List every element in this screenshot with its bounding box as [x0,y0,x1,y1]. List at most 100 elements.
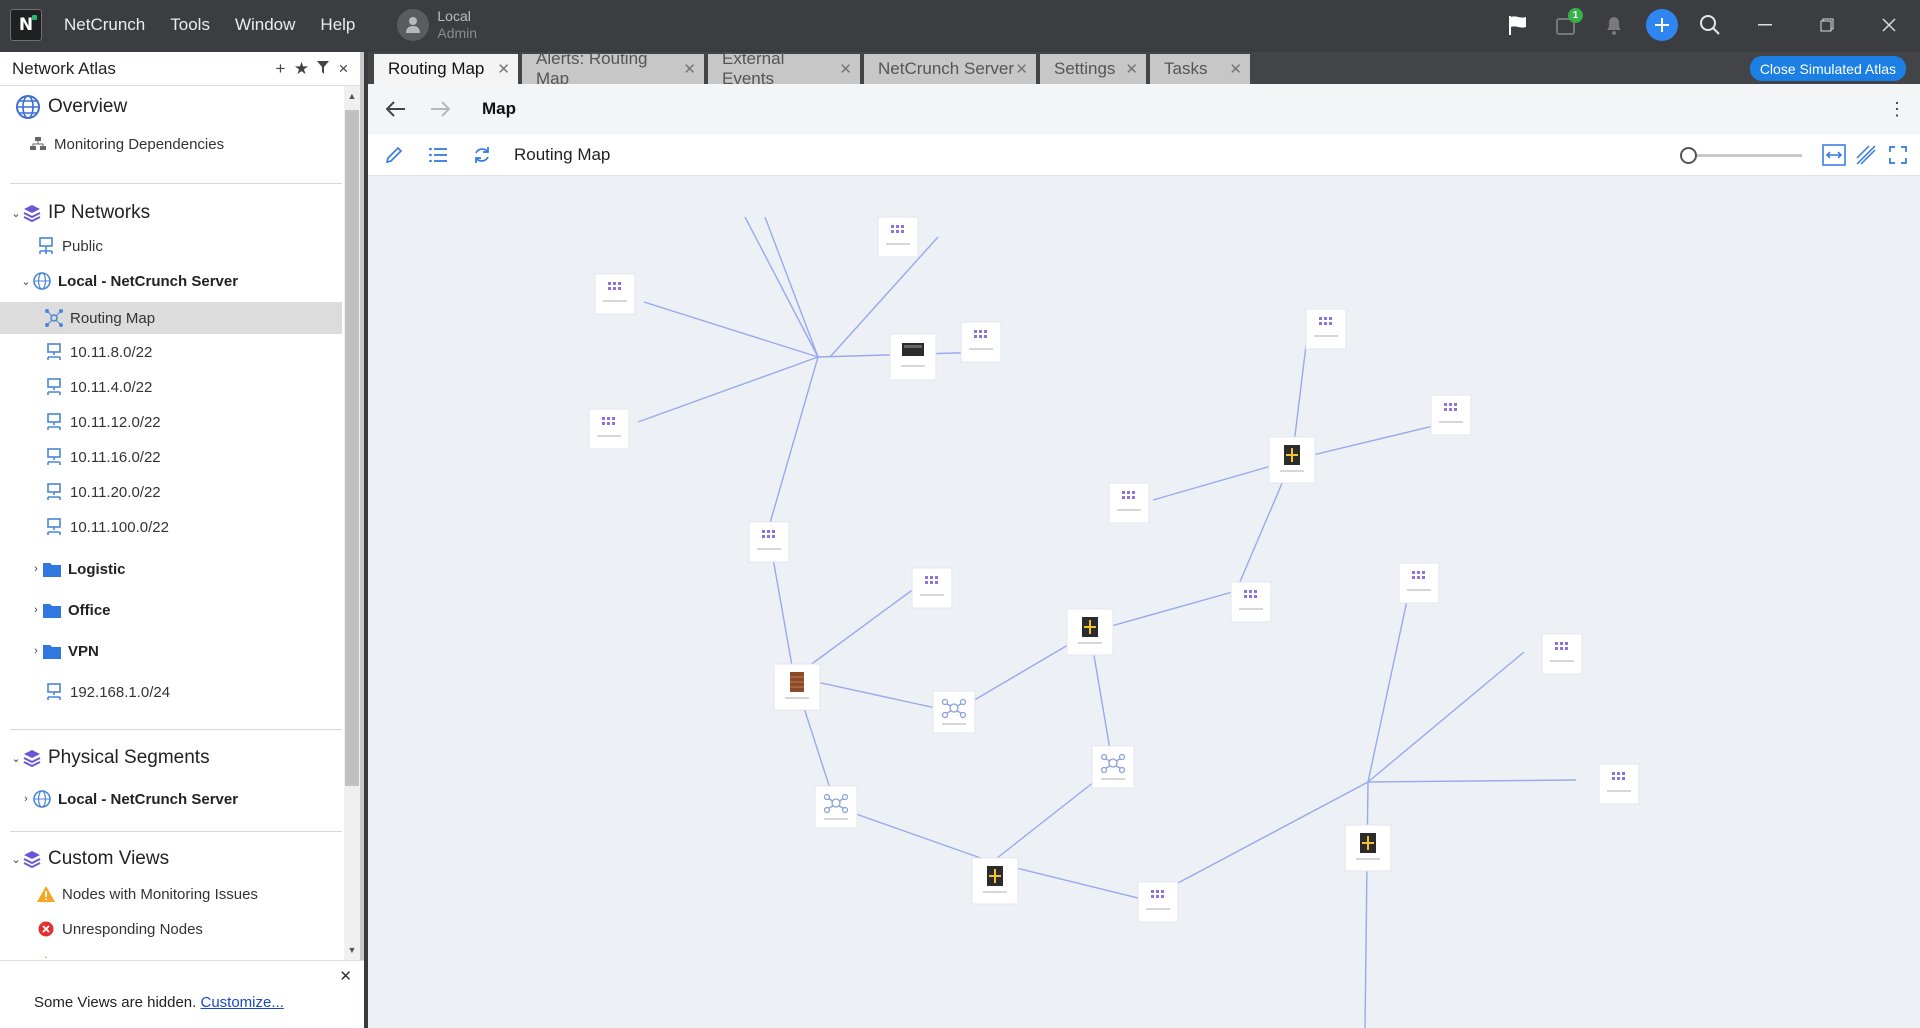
switch-node[interactable] [1091,745,1135,789]
chevron-right-icon[interactable]: › [30,563,42,575]
tree-view-unresponding[interactable]: Unresponding Nodes [0,915,342,943]
add-button[interactable] [1638,0,1686,50]
network-node[interactable] [748,521,790,563]
tree-overview[interactable]: Overview [0,92,342,122]
tab-alerts[interactable]: Alerts: Routing Map ✕ [522,49,706,88]
close-window-icon[interactable] [1858,0,1920,50]
chevron-right-icon[interactable]: › [30,645,42,657]
tree-view-partial[interactable] [0,950,342,958]
tree-physical-segments[interactable]: ⌄ Physical Segments [0,743,342,773]
menu-netcrunch[interactable]: NetCrunch [64,15,145,35]
tree-ip-networks[interactable]: ⌄ IP Networks [0,198,342,228]
filter-icon[interactable] [312,59,333,79]
network-node[interactable] [911,567,953,609]
zoom-slider[interactable] [1680,147,1802,164]
list-icon[interactable] [420,137,456,173]
firewall-node[interactable] [773,663,821,711]
chevron-right-icon[interactable]: › [20,793,32,805]
router-node[interactable] [1066,608,1114,656]
chevron-down-icon[interactable]: ⌄ [10,207,22,220]
tasks-icon[interactable]: 1 [1542,0,1590,50]
tab-tasks[interactable]: Tasks ✕ [1150,54,1252,84]
tree-phys-local-server[interactable]: › Local - NetCrunch Server [0,785,342,813]
routing-map-canvas[interactable] [368,177,1920,1028]
tab-routing-map[interactable]: Routing Map ✕ [374,54,520,84]
network-node[interactable] [1541,633,1583,675]
router-node[interactable] [971,857,1019,905]
tree-public[interactable]: Public [0,232,342,260]
router-node[interactable] [889,333,937,381]
scroll-thumb[interactable] [345,110,359,786]
menu-window[interactable]: Window [235,15,295,35]
tree-view-monitoring-issues[interactable]: Nodes with Monitoring Issues [0,880,342,908]
fullscreen-icon[interactable] [1882,137,1914,173]
map-graph[interactable] [368,177,1920,1028]
tree-subnet[interactable]: 10.11.12.0/22 [0,408,342,436]
tree-folder-logistic[interactable]: › Logistic [0,555,342,583]
network-node[interactable] [1230,581,1272,623]
sidebar-scrollbar[interactable]: ▲ ▼ [344,86,360,960]
network-node[interactable] [960,321,1002,363]
network-node[interactable] [877,216,919,258]
bell-icon[interactable] [1590,0,1638,50]
add-view-icon[interactable]: + [270,59,291,79]
chevron-right-icon[interactable]: › [30,604,42,616]
tree-local-server[interactable]: ⌄ Local - NetCrunch Server [0,266,342,296]
flag-icon[interactable] [1494,0,1542,50]
refresh-icon[interactable] [464,137,500,173]
tree-subnet[interactable]: 10.11.4.0/22 [0,373,342,401]
network-node[interactable] [1430,394,1472,436]
tab-settings[interactable]: Settings ✕ [1040,54,1148,84]
tree-routing-map[interactable]: Routing Map [0,302,342,334]
tree-subnet[interactable]: 10.11.16.0/22 [0,443,342,471]
close-tab-icon[interactable]: ✕ [839,60,852,78]
netcrunch-logo[interactable]: N [10,9,42,41]
close-tab-icon[interactable]: ✕ [497,60,510,78]
switch-node[interactable] [814,785,858,829]
close-tab-icon[interactable]: ✕ [1015,60,1028,78]
network-node[interactable] [594,273,636,315]
menu-help[interactable]: Help [320,15,355,35]
user-box[interactable]: Local Admin [397,8,477,42]
chevron-down-icon[interactable]: ⌄ [20,275,32,288]
close-panel-icon[interactable]: × [333,59,354,79]
router-node[interactable] [1268,436,1316,484]
forward-arrow-icon[interactable] [420,89,460,129]
router-node[interactable] [1344,824,1392,872]
network-node[interactable] [1108,482,1150,524]
scroll-up-icon[interactable]: ▲ [344,86,360,106]
switch-node[interactable] [932,690,976,734]
close-simulated-atlas-button[interactable]: Close Simulated Atlas [1749,56,1906,81]
favorite-star-icon[interactable]: ★ [291,59,312,79]
fit-width-icon[interactable] [1818,137,1850,173]
zoom-slider-knob[interactable] [1680,147,1697,164]
customize-link[interactable]: Customize... [201,994,284,1011]
edit-pencil-icon[interactable] [376,137,412,173]
scroll-down-icon[interactable]: ▼ [344,940,360,960]
more-menu-icon[interactable]: ⋮ [1888,99,1906,120]
links-toggle-icon[interactable] [1850,137,1882,173]
close-tab-icon[interactable]: ✕ [1125,60,1138,78]
tree-custom-views[interactable]: ⌄ Custom Views [0,844,342,874]
chevron-down-icon[interactable]: ⌄ [10,853,22,866]
menu-tools[interactable]: Tools [170,15,210,35]
search-icon[interactable] [1686,0,1734,50]
close-note-icon[interactable]: ✕ [339,967,352,985]
network-node[interactable] [1305,308,1347,350]
tree-subnet[interactable]: 10.11.100.0/22 [0,513,342,541]
network-node[interactable] [1398,562,1440,604]
tree-folder-vpn[interactable]: › VPN [0,637,342,665]
network-node[interactable] [1137,881,1179,923]
back-arrow-icon[interactable] [376,89,416,129]
restore-icon[interactable] [1796,0,1858,50]
tab-netcrunch-server[interactable]: NetCrunch Server ✕ [864,54,1038,84]
close-tab-icon[interactable]: ✕ [683,60,696,78]
tree-subnet[interactable]: 10.11.8.0/22 [0,338,342,366]
network-node[interactable] [588,408,630,450]
close-tab-icon[interactable]: ✕ [1229,60,1242,78]
tree-folder-office[interactable]: › Office [0,596,342,624]
tree-subnet[interactable]: 10.11.20.0/22 [0,478,342,506]
tab-external-events[interactable]: External Events ✕ [708,49,862,88]
network-node[interactable] [1598,763,1640,805]
tree-monitoring-dependencies[interactable]: Monitoring Dependencies [0,130,342,158]
